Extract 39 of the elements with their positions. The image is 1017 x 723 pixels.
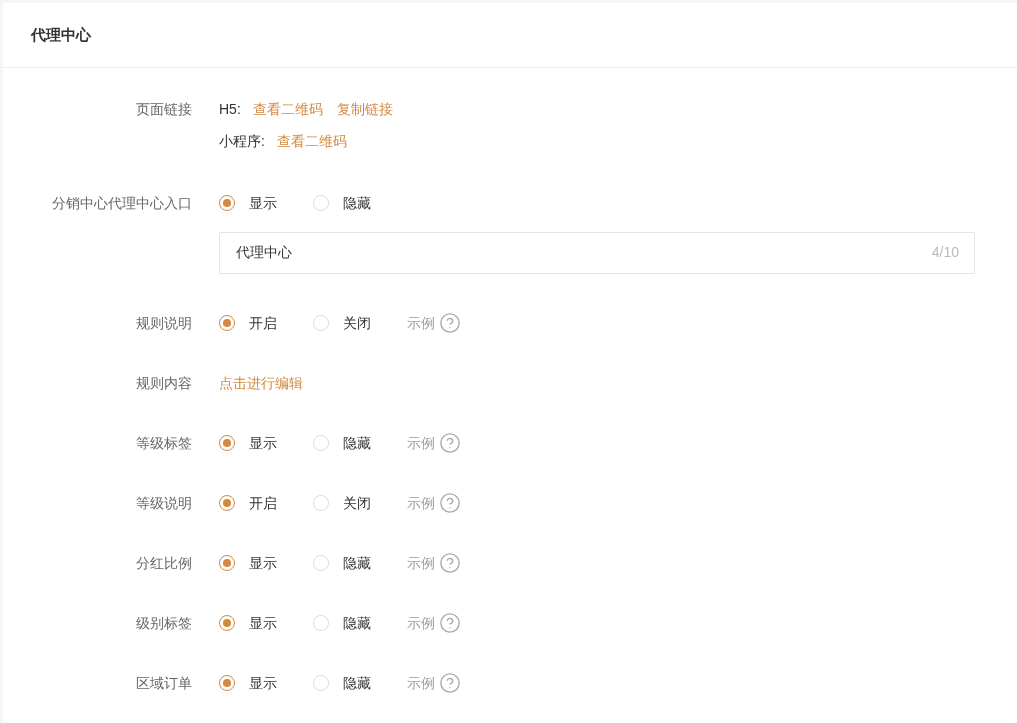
field-label: 规则内容	[135, 374, 192, 393]
radio-option[interactable]: 隐藏	[313, 432, 407, 454]
example-label: 示例	[407, 434, 435, 453]
radio-option[interactable]: 显示	[219, 552, 313, 574]
example-label: 示例	[407, 494, 435, 513]
radio-option[interactable]: 开启	[219, 492, 313, 514]
field-label: 等级说明	[135, 494, 192, 513]
field-label: 分销中心代理中心入口	[51, 194, 192, 213]
radio-option[interactable]: 显示	[219, 672, 313, 694]
radio-option[interactable]: 显示	[219, 192, 313, 214]
help-icon[interactable]	[439, 612, 461, 634]
help-icon[interactable]	[439, 552, 461, 574]
field-label: 等级标签	[135, 434, 192, 453]
help-icon[interactable]	[439, 672, 461, 694]
example-label: 示例	[407, 314, 435, 333]
radio-option[interactable]: 关闭	[313, 492, 407, 514]
example-label: 示例	[407, 614, 435, 633]
radio-option[interactable]: 关闭	[313, 312, 407, 334]
radio-option[interactable]: 开启	[219, 312, 313, 334]
radio-option[interactable]: 隐藏	[313, 672, 407, 694]
field-label: 页面链接	[135, 100, 192, 119]
field-label: 级别标签	[135, 614, 192, 633]
example-label: 示例	[407, 674, 435, 693]
example-label: 示例	[407, 554, 435, 573]
radio-option[interactable]: 隐藏	[313, 552, 407, 574]
field-label: 规则说明	[135, 314, 192, 333]
help-icon[interactable]	[439, 312, 461, 334]
card-title: 代理中心	[31, 25, 91, 45]
radio-option[interactable]: 隐藏	[313, 612, 407, 634]
help-icon[interactable]	[439, 492, 461, 514]
link-prefix: 小程序:	[219, 132, 265, 151]
field-label: 区域订单	[135, 674, 192, 693]
char-counter: 4/10	[931, 244, 959, 260]
link-prefix: H5:	[219, 100, 241, 119]
radio-option[interactable]: 显示	[219, 612, 313, 634]
help-icon[interactable]	[439, 432, 461, 454]
radio-option[interactable]: 显示	[219, 432, 313, 454]
field-label: 分红比例	[135, 554, 192, 573]
radio-option[interactable]: 隐藏	[313, 192, 407, 214]
